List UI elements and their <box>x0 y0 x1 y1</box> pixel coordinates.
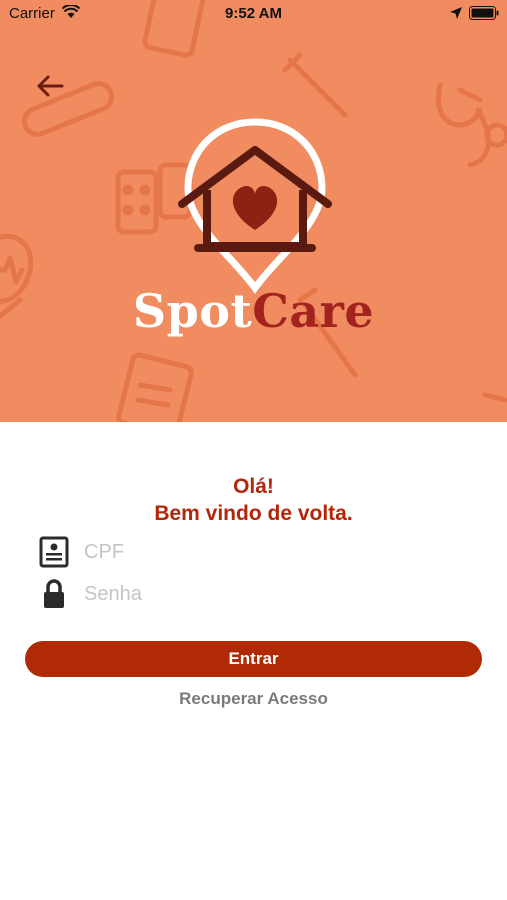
brand-wordmark: SpotCare <box>0 284 507 338</box>
status-bar: Carrier 9:52 AM <box>0 0 507 28</box>
greeting-title: Olá! <box>233 475 274 498</box>
header-banner: Carrier 9:52 AM SpotCare <box>0 0 507 422</box>
senha-field-row <box>36 576 476 612</box>
welcome-message: Olá! Bem vindo de volta. <box>0 473 507 527</box>
arrow-left-icon <box>37 75 64 97</box>
lock-icon <box>36 576 72 612</box>
greeting-subtitle: Bem vindo de volta. <box>154 502 353 525</box>
location-arrow-icon <box>449 6 463 24</box>
house-heart-pin-icon <box>178 118 332 294</box>
back-button[interactable] <box>30 68 70 104</box>
id-card-icon <box>36 534 72 570</box>
recover-access-link[interactable]: Recuperar Acesso <box>0 689 507 709</box>
status-time: 9:52 AM <box>225 5 282 22</box>
brand-spot-text: Spot <box>132 284 253 338</box>
cpf-input[interactable] <box>84 538 464 566</box>
login-button[interactable]: Entrar <box>25 641 482 677</box>
battery-icon <box>469 6 499 24</box>
brand-care-text: Care <box>252 284 375 338</box>
cpf-field-row <box>36 534 476 570</box>
senha-input[interactable] <box>84 580 464 608</box>
